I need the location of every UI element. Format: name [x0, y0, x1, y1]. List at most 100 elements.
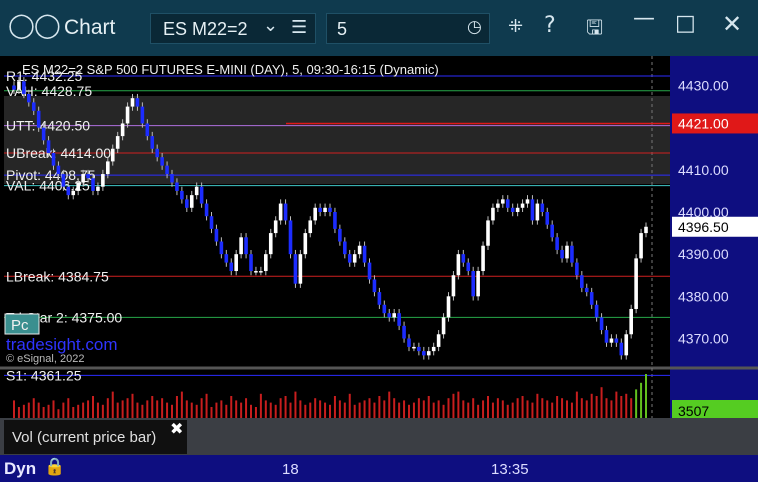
volume-bar-33: [175, 396, 178, 418]
volume-bar-85: [432, 402, 435, 418]
volume-bar-42: [220, 400, 223, 418]
volume-bar-116: [585, 400, 588, 418]
candle-body-20: [110, 148, 115, 162]
level-label-8: S1: 4361.25: [6, 367, 82, 383]
volume-bar-86: [437, 400, 440, 418]
candle-body-35: [185, 199, 189, 208]
candle-body-60: [308, 220, 313, 234]
volume-bar-80: [408, 404, 410, 418]
volume-bar-53: [274, 404, 277, 418]
volume-bar-81: [412, 402, 415, 418]
volume-bar-24: [131, 393, 134, 418]
candle-body-41: [214, 228, 219, 242]
pc-badge-group[interactable]: Pc: [4, 313, 40, 335]
save-icon[interactable]: 🖫: [586, 13, 603, 47]
volume-bar-105: [531, 402, 534, 418]
minimize-icon[interactable]: —: [633, 6, 655, 31]
volume-bar-63: [324, 402, 327, 418]
menu-icon[interactable]: ☰: [291, 17, 307, 38]
pc-badge[interactable]: Pc: [11, 317, 29, 334]
volume-bar-48: [250, 404, 252, 418]
interval-combo[interactable]: 5 ◷: [326, 13, 490, 44]
volume-bar-94: [477, 404, 480, 418]
candle-body-26: [140, 106, 145, 124]
candle-body-14: [81, 174, 85, 183]
volume-bar-87: [442, 404, 445, 418]
candle-body-16: [91, 178, 95, 191]
candle-body-21: [115, 136, 120, 149]
volume-bar-70: [358, 402, 361, 418]
close-icon[interactable]: ✕: [722, 10, 742, 38]
candle-body-69: [352, 254, 357, 263]
volume-bar-39: [205, 393, 208, 418]
candle-body-67: [343, 241, 347, 255]
volume-bar-117: [590, 393, 593, 418]
close-study-icon[interactable]: ✖: [170, 419, 183, 438]
volume-bar-74: [378, 396, 381, 418]
candle-body-87: [441, 317, 446, 335]
candle-body-104: [525, 199, 530, 204]
volume-bar-6: [42, 407, 45, 418]
clock-icon[interactable]: ◷: [467, 17, 482, 37]
volume-bar-5: [37, 402, 40, 418]
help-icon[interactable]: ?: [544, 13, 556, 38]
volume-bar-115: [580, 398, 583, 418]
volume-bar-49: [254, 407, 257, 418]
interval-value[interactable]: 5: [337, 19, 347, 40]
candle-body-8: [51, 152, 56, 166]
candle-body-62: [318, 207, 322, 212]
candle-body-57: [293, 254, 298, 284]
alert-price-label: 4421.00: [678, 115, 729, 131]
candle-body-122: [614, 338, 619, 343]
candle-body-6: [41, 127, 46, 141]
candle-body-18: [101, 174, 105, 187]
volume-bar-30: [161, 398, 164, 418]
layout-icon[interactable]: ◯◯: [8, 11, 61, 39]
volume-bar-68: [348, 393, 351, 418]
volume-bar-83: [422, 400, 425, 418]
volume-bar-37: [195, 404, 198, 418]
candle-body-59: [303, 233, 308, 255]
candle-body-117: [589, 292, 594, 305]
symbol-value[interactable]: ES M22=2: [163, 19, 248, 40]
candle-body-102: [515, 207, 520, 212]
candle-body-47: [244, 237, 248, 255]
candle-body-19: [106, 161, 110, 175]
candle-body-61: [313, 207, 317, 221]
volume-bar-21: [116, 402, 119, 418]
candle-body-73: [372, 279, 377, 293]
volume-bar-3: [27, 402, 30, 418]
price-tick-5: 4380.00: [678, 288, 729, 304]
volume-bar-29: [156, 400, 159, 418]
pin-icon[interactable]: ⁜: [508, 16, 523, 37]
volume-bar-41: [215, 402, 218, 418]
volume-study-label[interactable]: Vol (current price bar) ✖: [4, 419, 187, 454]
volume-bar-14: [82, 402, 85, 418]
maximize-icon[interactable]: □: [675, 11, 696, 36]
candle-body-110: [555, 237, 559, 250]
price-chart[interactable]: R1: 4432.25VAH: 4428.75UTT: 4420.50UBrea…: [0, 56, 758, 455]
candle-body-34: [180, 190, 184, 200]
volume-bar-82: [417, 398, 420, 418]
volume-bar-0: [13, 400, 15, 418]
candle-body-55: [283, 203, 288, 221]
candle-body-83: [422, 351, 426, 356]
volume-bar-31: [166, 402, 169, 418]
lock-icon[interactable]: 🔒: [44, 457, 65, 477]
candle-body-125: [629, 308, 633, 335]
volume-bar-89: [452, 393, 455, 418]
candle-body-37: [194, 186, 199, 196]
candle-body-5: [36, 110, 41, 128]
volume-bar-84: [427, 396, 430, 418]
volume-bar-111: [561, 398, 564, 418]
chevron-down-icon[interactable]: ⌄: [263, 15, 278, 36]
candle-body-31: [165, 165, 169, 175]
dyn-label[interactable]: Dyn: [4, 459, 36, 479]
candle-body-24: [130, 98, 135, 107]
volume-bar-20: [111, 391, 114, 418]
symbol-combo[interactable]: ES M22=2 ⌄ ☰: [150, 13, 316, 44]
candle-body-124: [624, 334, 629, 356]
candle-body-45: [234, 254, 238, 272]
candle-body-28: [150, 136, 155, 149]
candle-body-10: [61, 174, 66, 187]
